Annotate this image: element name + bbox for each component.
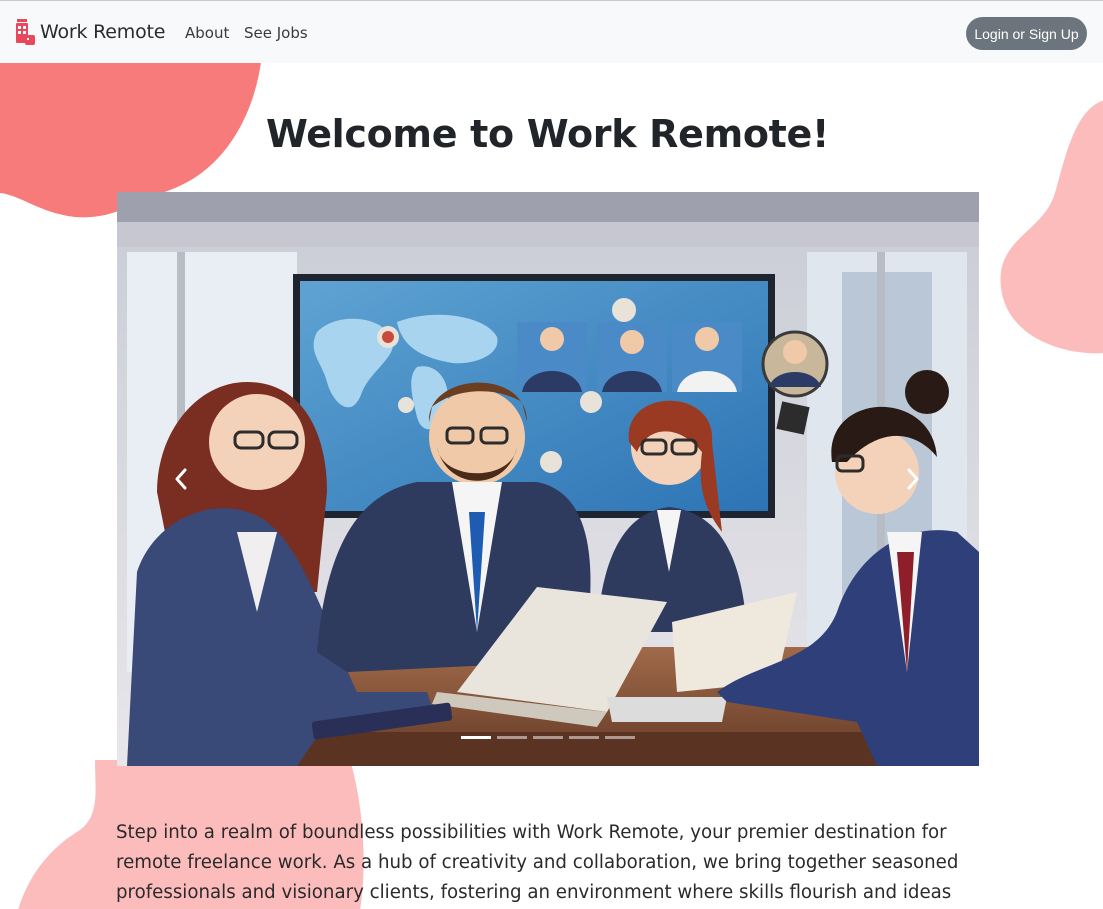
chevron-right-icon[interactable] — [900, 466, 926, 492]
nav-link-about[interactable]: About — [185, 24, 229, 42]
carousel-indicator-1[interactable] — [461, 736, 491, 739]
intro-paragraph: Step into a realm of boundless possibili… — [116, 822, 959, 903]
carousel-indicator-2[interactable] — [497, 736, 527, 739]
carousel-indicators — [461, 736, 635, 742]
hero-carousel — [117, 192, 979, 766]
brand-link[interactable]: Work Remote — [14, 17, 165, 47]
page-title: Welcome to Work Remote! — [265, 112, 830, 156]
chevron-left-icon[interactable] — [168, 466, 194, 492]
carousel-slide-image — [117, 192, 979, 766]
carousel-indicator-4[interactable] — [569, 736, 599, 739]
building-logo-icon — [14, 17, 36, 47]
login-signup-button[interactable]: Login or Sign Up — [966, 17, 1087, 50]
brand-name: Work Remote — [40, 21, 166, 43]
nav-link-see-jobs[interactable]: See Jobs — [244, 24, 308, 42]
carousel-indicator-5[interactable] — [605, 736, 635, 739]
navbar: Work Remote About See Jobs Login or Sign… — [0, 0, 1103, 63]
carousel-indicator-3[interactable] — [533, 736, 563, 739]
